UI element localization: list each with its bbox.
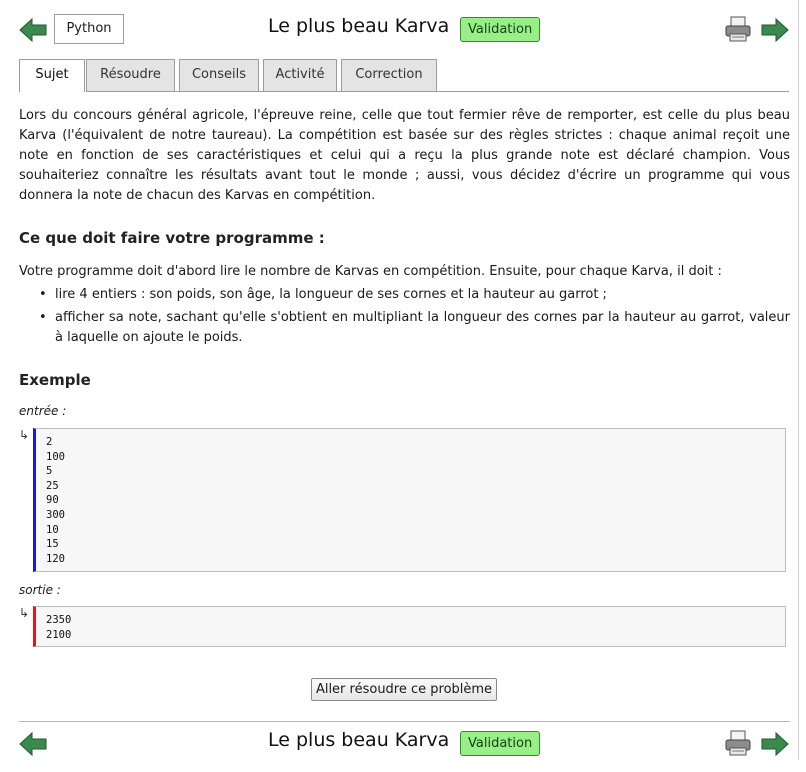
code-line: 25 (46, 479, 59, 492)
return-arrow-icon: ↳ (19, 428, 30, 442)
code-line: 2350 (46, 614, 72, 626)
header-bar: Python Le plus beau Karva Validation (0, 0, 798, 58)
code-line: 2 (46, 436, 53, 448)
code-line: 5 (46, 465, 53, 478)
code-line: 15 (46, 538, 59, 551)
validation-badge: Validation (460, 731, 541, 756)
validation-badge: Validation (460, 17, 541, 42)
code-line: 10 (46, 523, 59, 536)
tab-conseils[interactable]: Conseils (179, 59, 259, 91)
code-line: 100 (46, 450, 65, 463)
intro-paragraph: Lors du concours général agricole, l'épr… (19, 108, 790, 203)
return-arrow-icon: ↳ (19, 606, 30, 620)
code-line: 300 (46, 508, 65, 521)
footer-bar: Le plus beau Karva Validation (0, 714, 798, 772)
code-line: 2100 (46, 628, 72, 641)
next-arrow-icon[interactable] (761, 732, 791, 756)
tab-resoudre[interactable]: Résoudre (86, 59, 175, 91)
example-title: Exemple (19, 371, 91, 389)
page: Python Le plus beau Karva Validation Suj… (0, 0, 799, 760)
example-output-box: 2350 2100 (33, 606, 786, 647)
tab-activite[interactable]: Activité (263, 59, 337, 91)
language-button[interactable]: Python (54, 14, 124, 44)
tab-correction[interactable]: Correction (341, 59, 437, 91)
section-title: Ce que doit faire votre programme : (19, 229, 325, 247)
page-title: Le plus beau Karva (268, 15, 450, 37)
input-label: entrée : (19, 404, 67, 418)
output-label: sortie : (19, 583, 61, 597)
list-item: lire 4 entiers : son poids, son âge, la … (19, 285, 790, 305)
footer-title: Le plus beau Karva (268, 729, 450, 751)
printer-icon[interactable] (724, 16, 752, 42)
next-arrow-icon[interactable] (761, 18, 791, 42)
tab-divider (86, 91, 789, 92)
solve-problem-button[interactable]: Aller résoudre ce problème (311, 678, 497, 701)
list-item: afficher sa note, sachant qu'elle s'obti… (19, 308, 790, 348)
code-line: 120 (46, 552, 65, 565)
previous-arrow-icon[interactable] (19, 732, 49, 756)
tab-sujet[interactable]: Sujet (19, 59, 85, 92)
requirements-list: lire 4 entiers : son poids, son âge, la … (19, 285, 790, 351)
example-input-box: 2 100 5 25 90 300 10 15 120 (33, 428, 786, 572)
code-line: 90 (46, 494, 59, 507)
previous-arrow-icon[interactable] (19, 18, 49, 42)
printer-icon[interactable] (724, 730, 752, 756)
section-intro: Votre programme doit d'abord lire le nom… (19, 264, 722, 279)
